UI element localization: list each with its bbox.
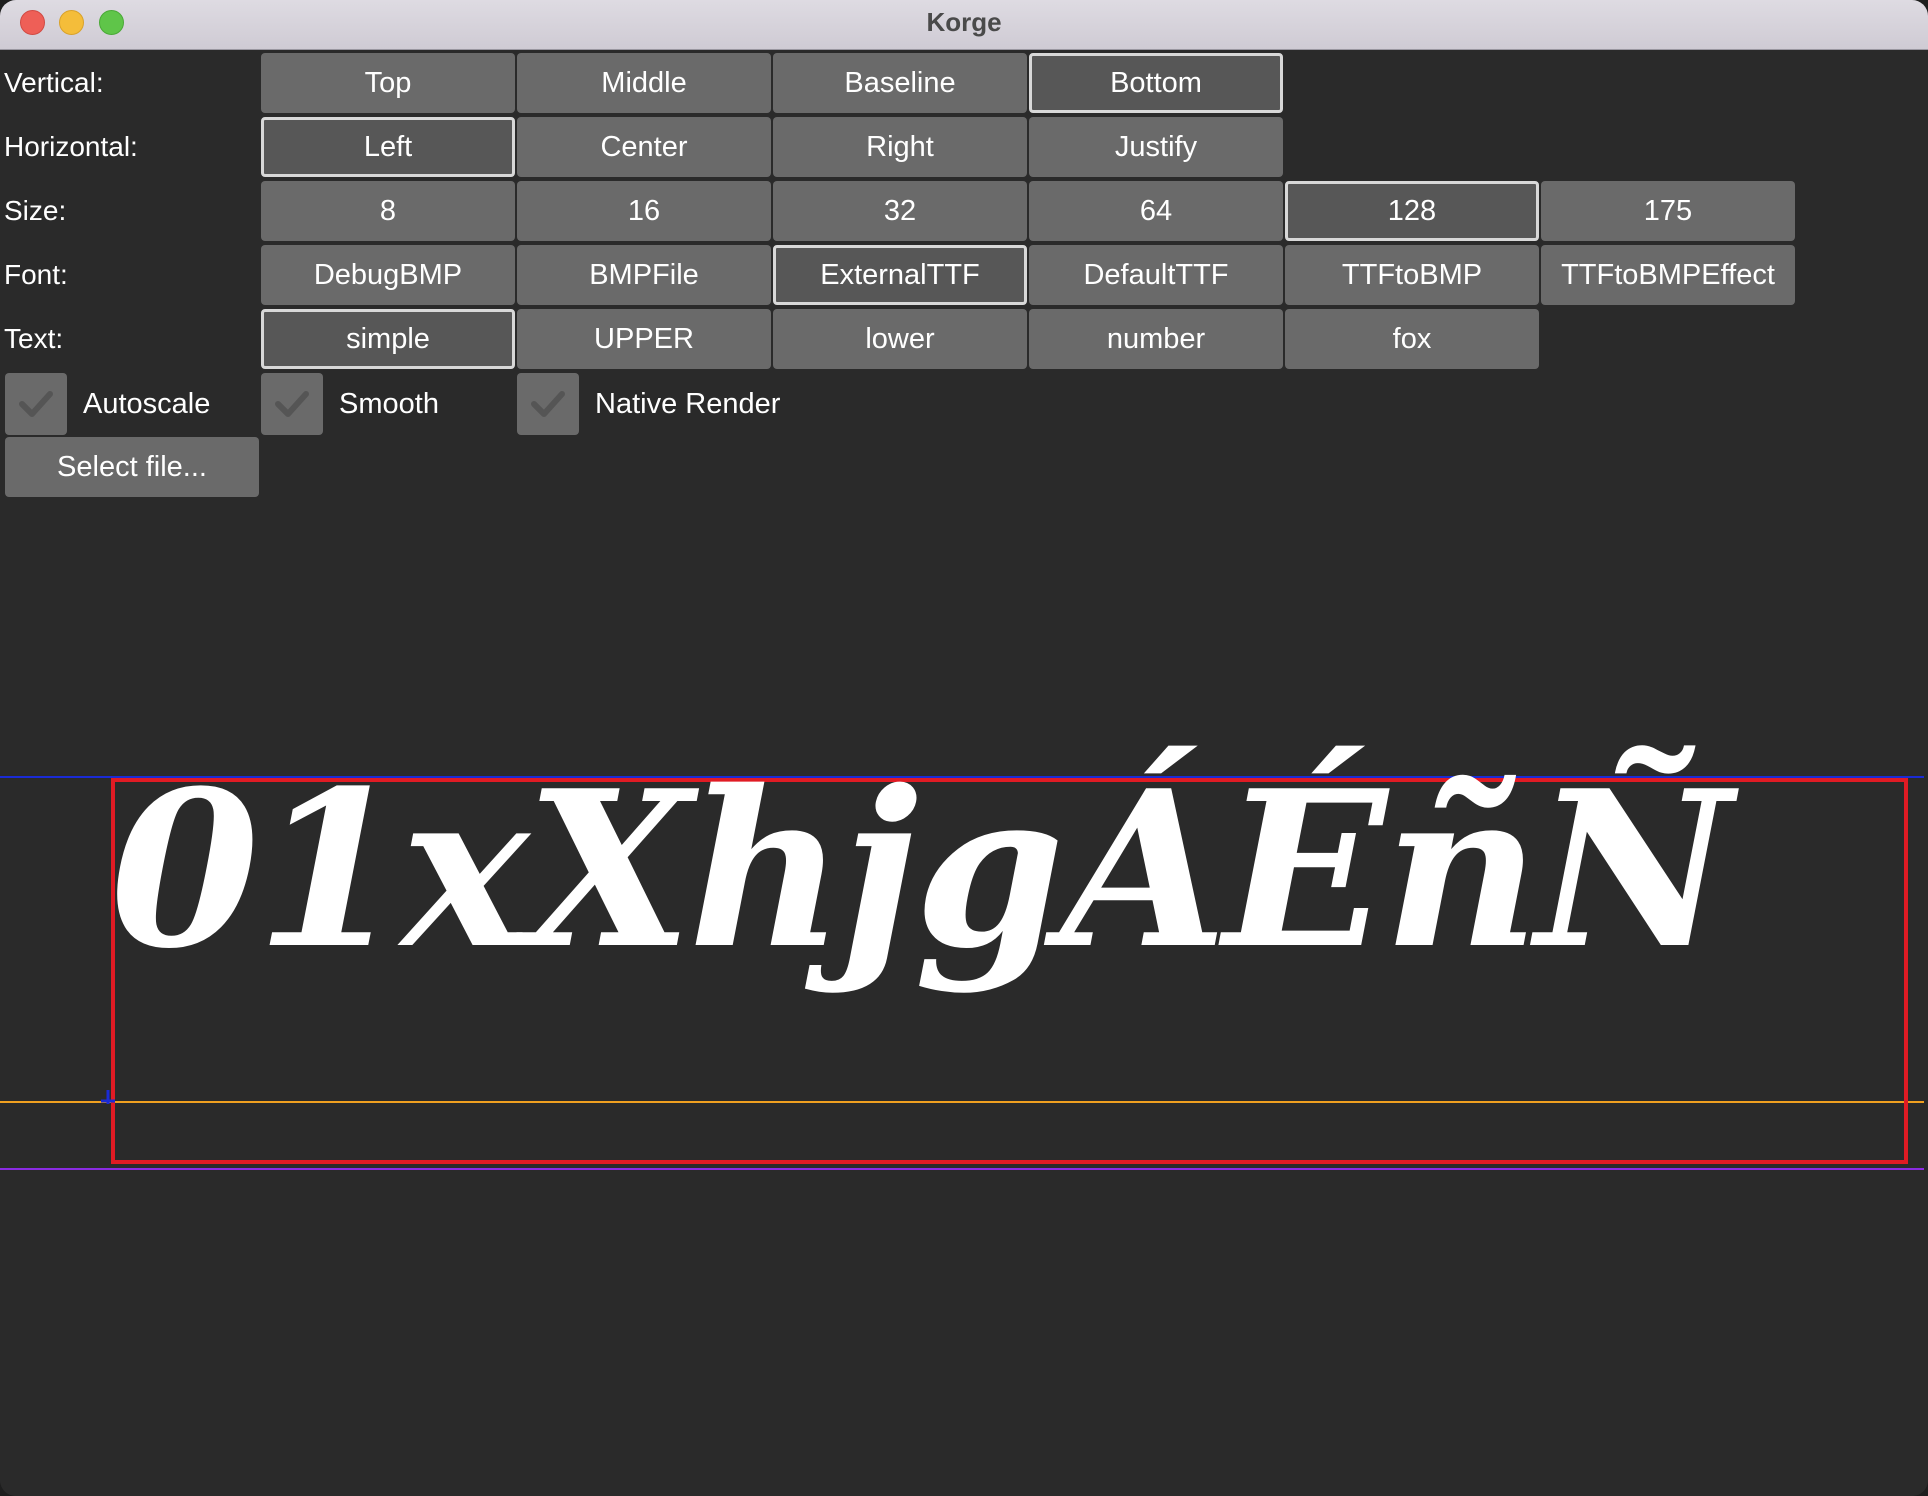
vertical-bottom-button[interactable]: Bottom [1029,53,1283,113]
vertical-middle-button[interactable]: Middle [517,53,771,113]
native-render-label: Native Render [595,388,781,420]
size-16-button[interactable]: 16 [517,181,771,241]
native-render-checkbox[interactable] [517,373,579,435]
checkmark-icon [531,391,565,417]
checkmark-icon [19,391,53,417]
vertical-top-button[interactable]: Top [261,53,515,113]
size-32-button[interactable]: 32 [773,181,1027,241]
text-upper-button[interactable]: UPPER [517,309,771,369]
text-fox-button[interactable]: fox [1285,309,1539,369]
size-8-button[interactable]: 8 [261,181,515,241]
text-simple-button[interactable]: simple [261,309,515,369]
font-debugbmp-button[interactable]: DebugBMP [261,245,515,305]
font-label: Font: [4,259,68,290]
horizontal-right-button[interactable]: Right [773,117,1027,177]
text-lower-button[interactable]: lower [773,309,1027,369]
content-area: Vertical: Top Middle Baseline Bottom Hor… [0,50,1928,1496]
text-preview-area: 01xXhjgÁÉñÑ [0,590,1928,1190]
text-label: Text: [4,323,64,354]
checkmark-icon [275,391,309,417]
vertical-label: Vertical: [4,67,104,98]
text-number-button[interactable]: number [1029,309,1283,369]
font-defaultttf-button[interactable]: DefaultTTF [1029,245,1283,305]
horizontal-left-button[interactable]: Left [261,117,515,177]
autoscale-checkbox[interactable] [5,373,67,435]
select-file-button[interactable]: Select file... [5,437,259,497]
smooth-checkbox[interactable] [261,373,323,435]
font-ttftobmpeffect-button[interactable]: TTFtoBMPEffect [1541,245,1795,305]
size-175-button[interactable]: 175 [1541,181,1795,241]
font-externalttf-button[interactable]: ExternalTTF [773,245,1027,305]
app-window: Korge Vertical: Top Middle Baseline Bott… [0,0,1928,1496]
anchor-marker-icon [101,1090,115,1104]
size-64-button[interactable]: 64 [1029,181,1283,241]
autoscale-label: Autoscale [83,388,211,420]
bottom-guide-line [0,1168,1924,1170]
title-bar: Korge [0,0,1928,50]
horizontal-justify-button[interactable]: Justify [1029,117,1283,177]
horizontal-center-button[interactable]: Center [517,117,771,177]
font-ttftobmp-button[interactable]: TTFtoBMP [1285,245,1539,305]
vertical-baseline-button[interactable]: Baseline [773,53,1027,113]
window-title: Korge [926,7,1002,37]
smooth-label: Smooth [339,388,439,420]
horizontal-label: Horizontal: [4,131,138,162]
size-128-button[interactable]: 128 [1285,181,1539,241]
size-label: Size: [4,195,67,226]
font-bmpfile-button[interactable]: BMPFile [517,245,771,305]
preview-text: 01xXhjgÁÉñÑ [110,743,1732,996]
